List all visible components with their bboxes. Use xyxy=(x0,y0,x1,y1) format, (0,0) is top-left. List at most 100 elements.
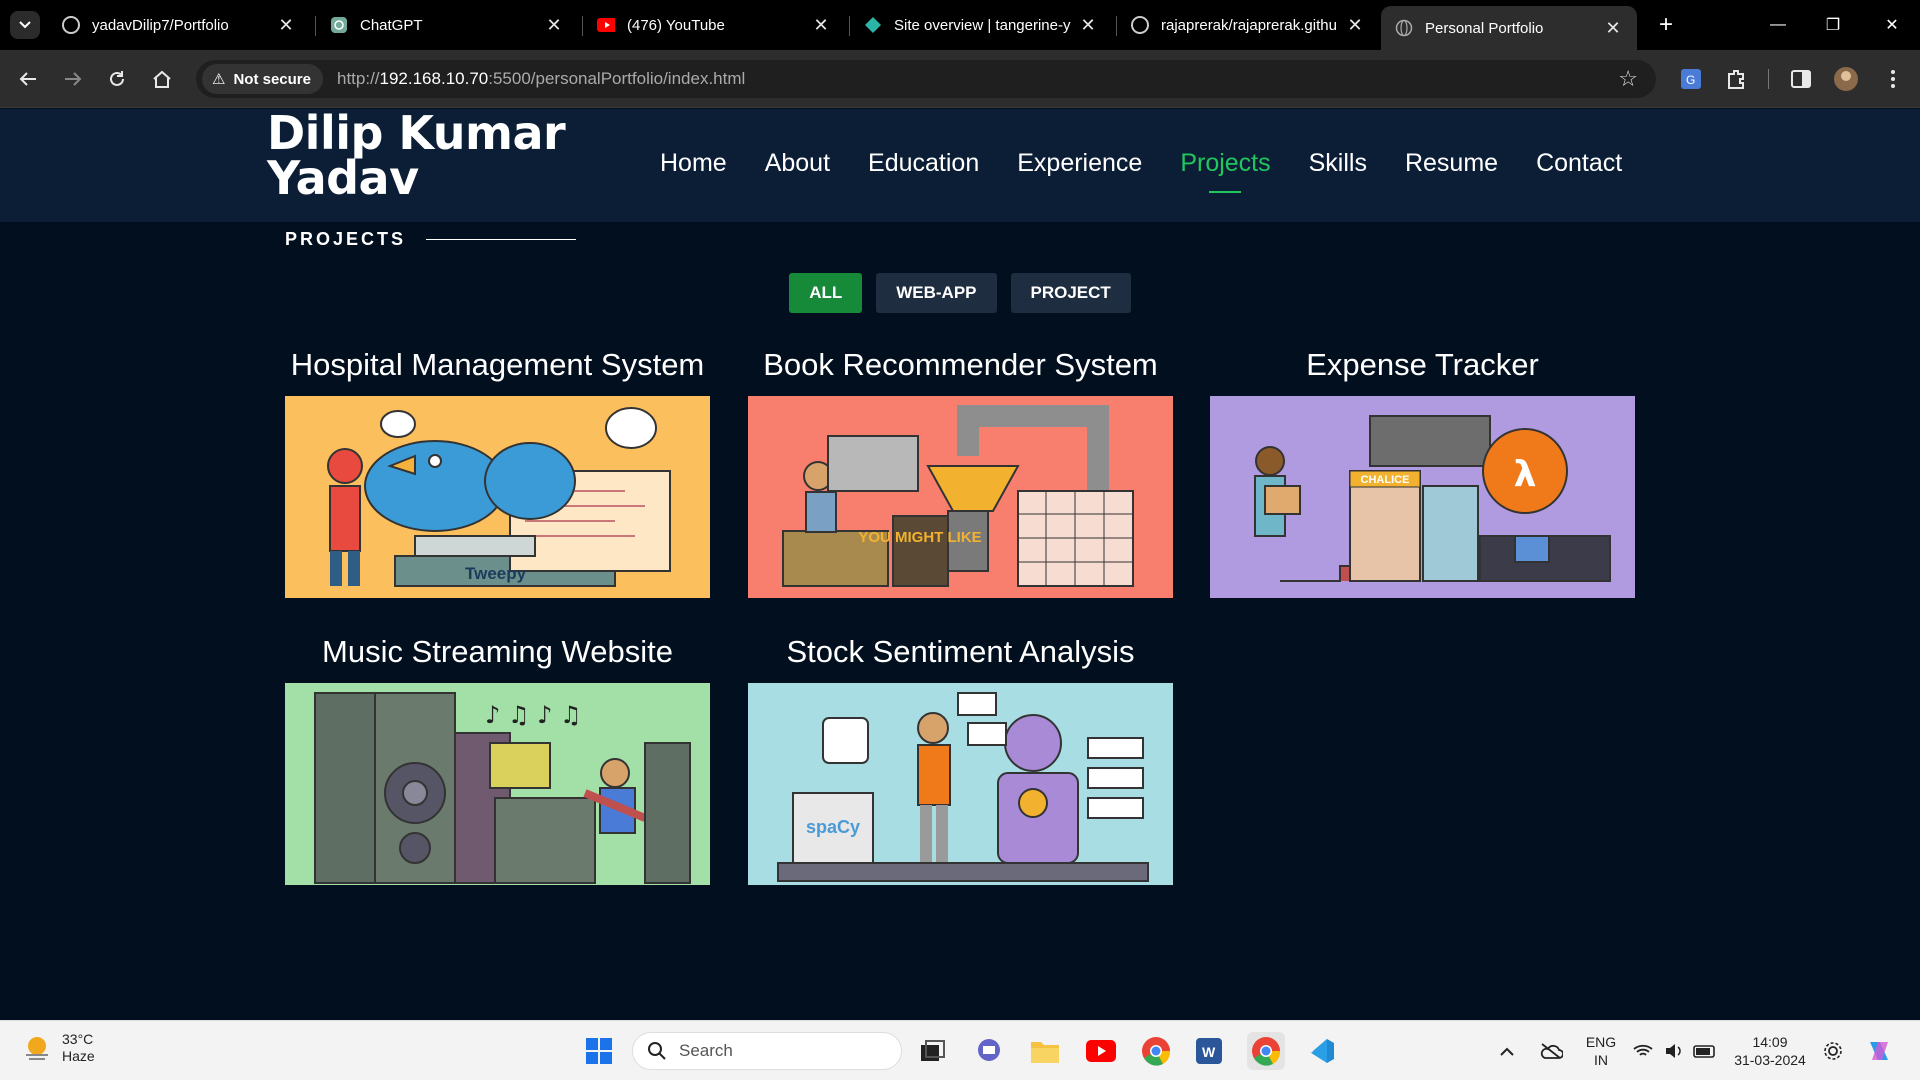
start-button[interactable] xyxy=(580,1032,618,1070)
wifi-volume-battery-icon xyxy=(1633,1044,1715,1058)
nav-contact[interactable]: Contact xyxy=(1536,149,1622,189)
chrome-icon xyxy=(1142,1037,1171,1066)
nav-home[interactable]: Home xyxy=(660,149,727,189)
project-title: Music Streaming Website xyxy=(322,634,673,669)
project-title: Hospital Management System xyxy=(290,347,705,382)
taskbar-search[interactable]: Search xyxy=(632,1032,902,1070)
project-thumbnail[interactable]: Tweepy xyxy=(285,396,710,598)
side-panel-button[interactable] xyxy=(1786,64,1816,94)
restore-button[interactable]: ❐ xyxy=(1813,10,1853,40)
task-view-icon xyxy=(921,1040,945,1061)
close-icon[interactable]: ✕ xyxy=(811,15,831,36)
close-icon[interactable]: ✕ xyxy=(544,15,564,36)
project-card-expense-tracker[interactable]: Expense Tracker λ CHALICE xyxy=(1210,343,1635,598)
browser-menu-button[interactable] xyxy=(1878,64,1908,94)
back-button[interactable] xyxy=(13,64,43,94)
spacy-art-label: spaCy xyxy=(806,817,860,837)
reload-button[interactable] xyxy=(102,64,132,94)
project-thumbnail[interactable]: spaCy xyxy=(748,683,1173,885)
project-thumbnail[interactable]: YOU MIGHT LIKE xyxy=(748,396,1173,598)
chatgpt-icon xyxy=(330,16,348,34)
minimize-button[interactable]: — xyxy=(1758,10,1798,40)
section-title: PROJECTS xyxy=(285,229,577,250)
translate-button[interactable]: G xyxy=(1676,64,1706,94)
nlp-robot-illustration: spaCy xyxy=(748,683,1173,885)
nav-resume[interactable]: Resume xyxy=(1405,149,1498,189)
tab-github-rajaprerak[interactable]: rajaprerak/rajaprerak.githu ✕ xyxy=(1117,6,1379,44)
chevron-down-icon xyxy=(19,21,31,29)
profile-avatar[interactable] xyxy=(1831,64,1861,94)
nav-education[interactable]: Education xyxy=(868,149,979,189)
show-hidden-icons-button[interactable] xyxy=(1494,1032,1520,1070)
filter-webapp-button[interactable]: WEB-APP xyxy=(876,273,997,313)
quick-settings-button[interactable] xyxy=(1630,1032,1720,1070)
word-app[interactable]: W xyxy=(1190,1032,1228,1070)
project-filters: ALL WEB-APP PROJECT xyxy=(0,273,1920,313)
nav-about[interactable]: About xyxy=(765,149,830,189)
weather-widget[interactable]: 33°C Haze xyxy=(22,1031,95,1065)
project-card-book-recommender[interactable]: Book Recommender System YOU MIGHT LIKE xyxy=(748,343,1173,598)
nav-skills[interactable]: Skills xyxy=(1309,149,1367,189)
windows-logo-icon xyxy=(586,1038,612,1064)
netlify-icon xyxy=(864,16,882,34)
tab-github-portfolio[interactable]: yadavDilip7/Portfolio ✕ xyxy=(48,6,310,44)
avatar-icon xyxy=(1834,67,1858,91)
new-tab-button[interactable]: + xyxy=(1651,10,1681,40)
nav-projects[interactable]: Projects xyxy=(1180,149,1270,189)
tab-netlify[interactable]: Site overview | tangerine-y ✕ xyxy=(850,6,1112,44)
file-explorer-app[interactable] xyxy=(1026,1032,1064,1070)
chrome-icon xyxy=(1252,1037,1281,1066)
tab-chatgpt[interactable]: ChatGPT ✕ xyxy=(316,6,578,44)
tab-youtube[interactable]: (476) YouTube ✕ xyxy=(583,6,845,44)
close-icon[interactable]: ✕ xyxy=(1345,15,1365,36)
close-icon[interactable]: ✕ xyxy=(1078,15,1098,36)
site-header: Dilip Kumar Yadav Home About Education E… xyxy=(0,109,1920,222)
notification-settings-button[interactable] xyxy=(1818,1032,1848,1070)
search-icon xyxy=(648,1042,666,1060)
chrome-profile-app[interactable] xyxy=(1247,1032,1285,1070)
browser-tab-bar: yadavDilip7/Portfolio ✕ ChatGPT ✕ (476) … xyxy=(0,0,1920,50)
project-thumbnail[interactable]: ♪ ♫ ♪ ♫ xyxy=(285,683,710,885)
language-indicator[interactable]: ENG IN xyxy=(1580,1033,1622,1069)
home-button[interactable] xyxy=(147,64,177,94)
folder-icon xyxy=(1031,1042,1059,1063)
browser-toolbar: ⚠ Not secure http://192.168.10.70:5500/p… xyxy=(0,50,1920,108)
tab-personal-portfolio[interactable]: Personal Portfolio ✕ xyxy=(1381,6,1637,50)
close-window-button[interactable]: ✕ xyxy=(1872,10,1912,40)
project-card-music-streaming[interactable]: Music Streaming Website ♪ ♫ ♪ ♫ xyxy=(285,630,710,885)
forward-button[interactable] xyxy=(58,64,88,94)
close-icon[interactable]: ✕ xyxy=(276,15,296,36)
onedrive-button[interactable] xyxy=(1534,1032,1568,1070)
side-panel-icon xyxy=(1791,70,1811,88)
svg-text:λ: λ xyxy=(1514,454,1537,495)
project-card-stock-sentiment[interactable]: Stock Sentiment Analysis spaCy xyxy=(748,630,1173,885)
svg-text:♪ ♫ ♪ ♫: ♪ ♫ ♪ ♫ xyxy=(485,701,582,729)
chevron-up-icon xyxy=(1500,1047,1514,1056)
bookmark-star-icon[interactable]: ☆ xyxy=(1618,66,1638,92)
youtube-icon xyxy=(597,16,615,34)
vscode-app[interactable] xyxy=(1302,1032,1340,1070)
close-icon[interactable]: ✕ xyxy=(1603,18,1623,39)
main-nav: Home About Education Experience Projects… xyxy=(660,149,1660,189)
tweepy-art-label: Tweepy xyxy=(465,564,527,583)
address-bar[interactable]: ⚠ Not secure http://192.168.10.70:5500/p… xyxy=(196,60,1656,98)
youtube-app[interactable] xyxy=(1082,1032,1120,1070)
brand-logo[interactable]: Dilip Kumar Yadav xyxy=(267,110,567,201)
tab-search-button[interactable] xyxy=(10,11,40,39)
url-text[interactable]: http://192.168.10.70:5500/personalPortfo… xyxy=(337,69,745,89)
puzzle-icon xyxy=(1728,70,1744,89)
site-info-chip[interactable]: ⚠ Not secure xyxy=(202,64,323,94)
globe-icon xyxy=(1395,19,1413,37)
filter-project-button[interactable]: PROJECT xyxy=(1010,273,1131,313)
teams-app[interactable] xyxy=(970,1032,1008,1070)
project-card-hospital[interactable]: Hospital Management System Tweepy xyxy=(285,343,710,598)
extensions-button[interactable] xyxy=(1721,64,1751,94)
copilot-button[interactable] xyxy=(1860,1032,1898,1070)
chrome-app[interactable] xyxy=(1137,1032,1175,1070)
nav-experience[interactable]: Experience xyxy=(1017,149,1142,189)
filter-all-button[interactable]: ALL xyxy=(789,273,863,313)
task-view-button[interactable] xyxy=(914,1032,952,1070)
sun-haze-icon xyxy=(26,1037,48,1060)
clock[interactable]: 14:09 31-03-2024 xyxy=(1730,1033,1810,1069)
project-thumbnail[interactable]: λ CHALICE xyxy=(1210,396,1635,598)
